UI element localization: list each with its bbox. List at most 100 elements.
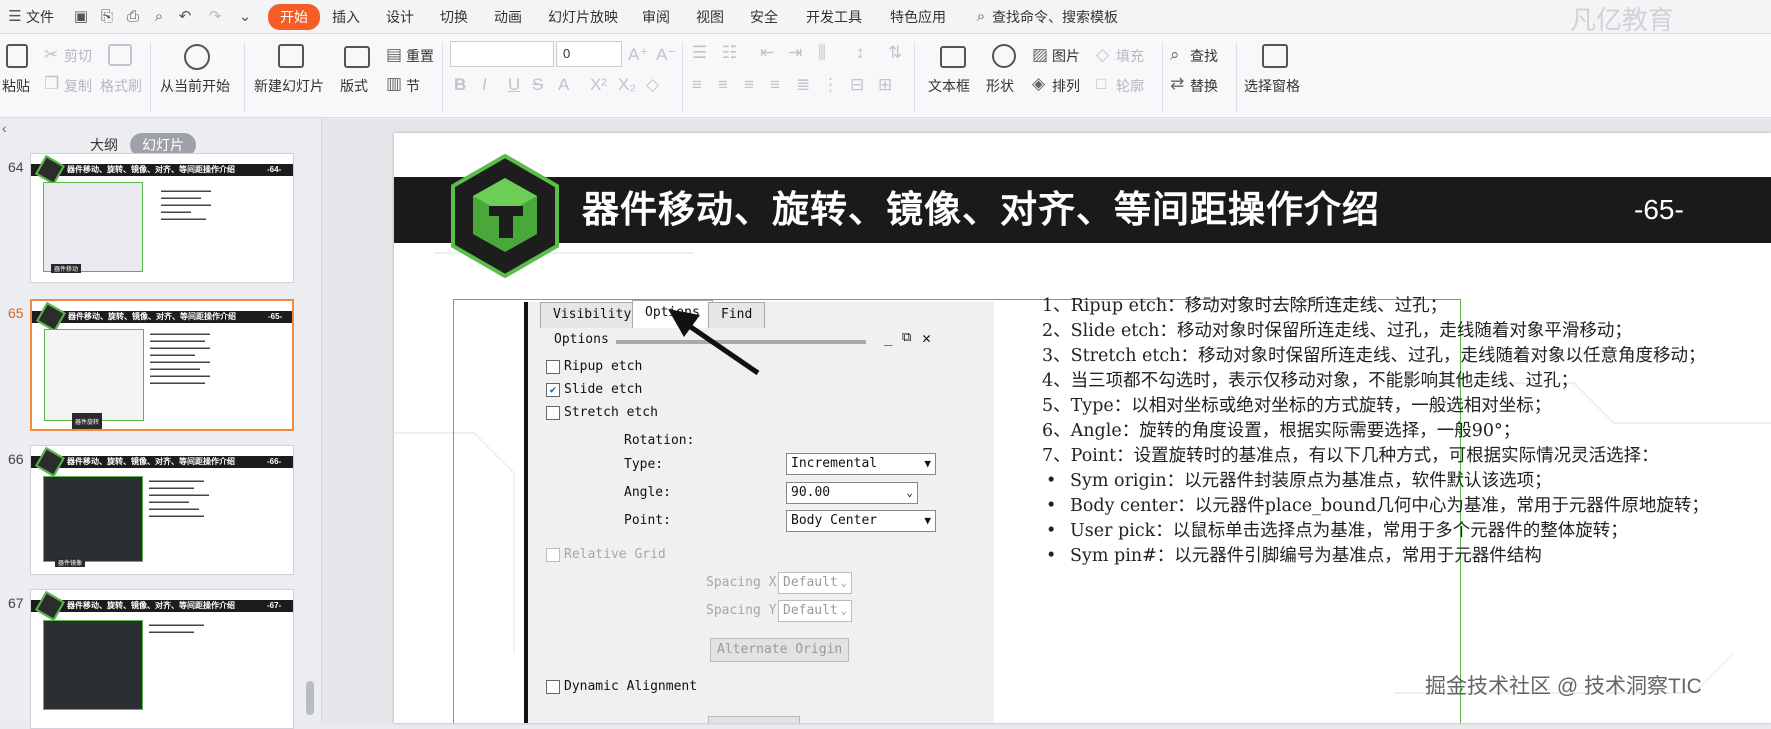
slide-thumbnail[interactable]: 器件移动、旋转、镜像、对齐、等间距操作介绍 -64- ▬▬▬▬▬▬▬▬▬▬ ▬▬▬… [30,153,294,283]
chevron-down-icon[interactable]: ⌄ [236,8,254,26]
play-icon[interactable] [184,44,210,70]
tab-start[interactable]: 开始 [268,4,320,30]
divider [150,42,151,112]
current-slide[interactable]: 器件移动、旋转、镜像、对齐、等间距操作介绍 -65- Visibility Op… [394,133,1771,723]
save-icon[interactable]: ▣ [72,8,90,26]
cut-button[interactable]: 剪切 [64,46,92,66]
superscript-icon[interactable]: X₂ [618,76,636,94]
collapse-panel-icon[interactable]: ‹ [2,119,7,137]
find-button[interactable]: 查找 [1190,46,1218,66]
tab-transition[interactable]: 切换 [440,7,468,27]
alternate-origin-button: Alternate Origin [710,638,850,662]
slide-thumbnail[interactable]: 器件移动、旋转、镜像、对齐、等间距操作介绍 -66- ▬▬▬▬▬▬▬▬▬▬▬ ▬▬… [30,445,294,575]
desc-bullet: Body center：以元器件place_bound几何中心为基准，常用于元器… [1042,495,1752,518]
spacing-x-value: Default [783,575,838,590]
text-direction-icon[interactable]: ⇅ [888,44,902,62]
search-icon: ⌕ [976,8,986,25]
thumbnail-scrollbar[interactable] [306,681,314,715]
tab-view[interactable]: 视图 [696,7,724,27]
new-slide-icon[interactable] [278,44,304,68]
thumb-logo-icon [35,301,67,333]
slide-thumbnail-selected[interactable]: 器件移动、旋转、镜像、对齐、等间距操作介绍 -65- ▬▬▬▬▬▬▬▬▬▬▬▬ ▬… [30,299,294,431]
paste-icon[interactable] [6,44,28,68]
font-color-icon[interactable]: A [558,76,569,94]
hamburger-icon[interactable]: ☰ [6,8,24,26]
tab-special[interactable]: 特色应用 [890,7,946,27]
picture-button[interactable]: 图片 [1052,46,1080,66]
thumb-page: -64- [267,165,282,174]
tab-review[interactable]: 审阅 [642,7,670,27]
smart-art-icon[interactable]: ⊞ [878,76,892,94]
layout-icon[interactable] [344,46,370,68]
thumb-title: 器件移动、旋转、镜像、对齐、等间距操作介绍 [67,165,235,174]
redo-icon[interactable]: ↷ [206,8,224,26]
underline-icon[interactable]: U [508,76,520,94]
textbox-icon[interactable] [940,46,966,68]
copy-button[interactable]: 复制 [64,76,92,96]
close-icon: ✕ [922,329,932,347]
layout-button[interactable]: 版式 [340,76,368,96]
spacing-x-label: Spacing X [706,575,777,590]
font-size-field[interactable]: 0 [556,41,622,67]
dropdown-arrow-icon: ▼ [924,514,931,527]
align-right-icon[interactable]: ≡ [744,76,754,94]
dropdown-arrow-icon: ▼ [924,457,931,470]
tab-insert[interactable]: 插入 [332,7,360,27]
preview-icon[interactable]: ⌕ [150,8,168,26]
arrange-button[interactable]: 排列 [1052,76,1080,96]
desc-line: 2、Slide etch：移动对象时保留所连走线、过孔，走线随着对象平滑移动； [1042,321,1632,341]
stretch-label: Stretch etch [564,405,658,420]
textbox-button[interactable]: 文本框 [928,76,970,96]
selection-pane-button[interactable]: 选择窗格 [1244,76,1300,96]
from-current-button[interactable]: 从当前开始 [160,76,230,96]
columns-icon[interactable]: ⫼ [818,44,826,62]
format-painter-button[interactable]: 格式刷 [100,76,142,96]
menu-file[interactable]: 文件 [26,7,54,27]
undo-icon[interactable]: ↶ [176,8,194,26]
font-name-field[interactable] [450,41,554,67]
paste-button[interactable]: 粘贴 [2,76,30,96]
shrink-font-icon[interactable]: A⁻ [656,46,676,64]
shape-icon[interactable] [992,44,1016,68]
justify-icon[interactable]: ≡ [770,76,780,94]
tab-animation[interactable]: 动画 [494,7,522,27]
relative-grid-checkbox [546,548,560,562]
line-spacing-icon[interactable]: ↕ [856,44,865,62]
increase-indent-icon[interactable]: ⇥ [788,44,802,62]
grow-font-icon[interactable]: A⁺ [628,46,648,64]
align-left-icon[interactable]: ≡ [692,76,702,94]
bold-icon[interactable]: B [454,76,466,94]
thumb-title: 器件移动、旋转、镜像、对齐、等间距操作介绍 [67,601,235,610]
section-button[interactable]: 节 [406,76,420,96]
export-icon[interactable]: ⎘ [98,8,116,26]
command-search[interactable]: 查找命令、搜索模板 [992,7,1118,27]
subscript-icon[interactable]: X² [590,76,607,94]
fill-button[interactable]: 填充 [1116,46,1144,66]
divider [914,42,915,112]
numbered-list-icon[interactable]: ☷ [722,44,737,62]
bullet-list-icon[interactable]: ☰ [692,44,707,62]
print-icon[interactable]: ⎙ [124,8,142,26]
tab-security[interactable]: 安全 [750,7,778,27]
type-value: Incremental [791,456,878,471]
slide-thumbnail[interactable]: 器件移动、旋转、镜像、对齐、等间距操作介绍 -67- ▬▬▬▬▬▬▬▬▬▬▬ ▬▬… [30,589,294,729]
tab-developer[interactable]: 开发工具 [806,7,862,27]
strikethrough-icon[interactable]: S [532,76,543,94]
tab-slideshow[interactable]: 幻灯片放映 [548,7,618,27]
align-center-icon[interactable]: ≡ [718,76,728,94]
decrease-indent-icon[interactable]: ⇤ [760,44,774,62]
selection-pane-icon[interactable] [1262,44,1288,68]
tab-design[interactable]: 设计 [386,7,414,27]
distribute-icon[interactable]: ≣ [796,76,810,94]
italic-icon[interactable]: I [482,76,487,94]
desc-line: 7、Point：设置旋转时的基准点，有以下几种方式，可根据实际情况灵活选择： [1042,446,1659,466]
eraser-icon[interactable]: ◇ [646,76,659,94]
outline-button[interactable]: 轮廓 [1116,76,1144,96]
new-slide-button[interactable]: 新建幻灯片 [254,76,324,96]
align-text-icon[interactable]: ⊟ [850,76,864,94]
thumb-caption: 器件移动 [51,264,82,273]
reset-button[interactable]: 重置 [406,46,434,66]
replace-button[interactable]: 替换 [1190,76,1218,96]
shape-button[interactable]: 形状 [986,76,1014,96]
para-spacing-icon[interactable]: ⋮ [822,76,839,94]
